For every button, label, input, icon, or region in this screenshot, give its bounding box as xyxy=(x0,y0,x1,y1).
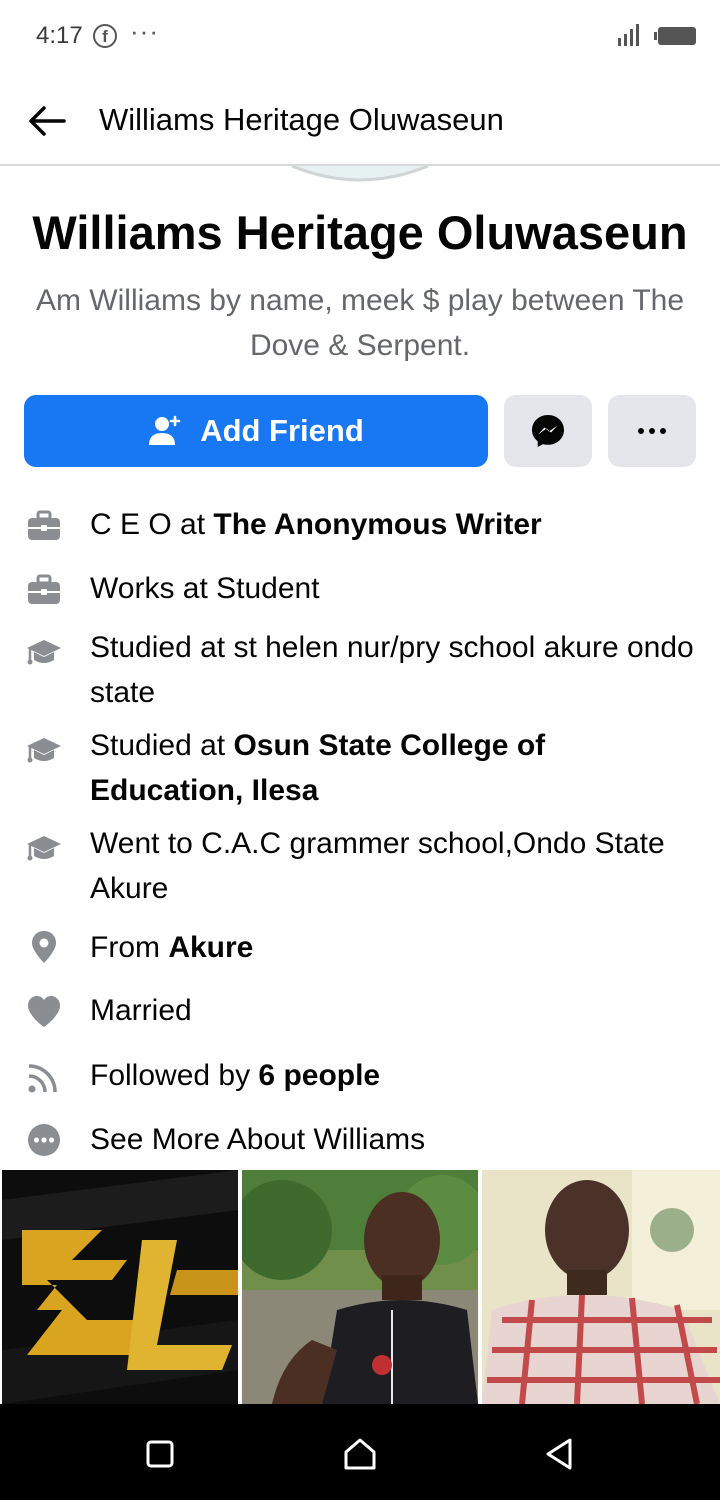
battery-icon xyxy=(654,27,696,45)
more-notifications-icon: ··· xyxy=(130,16,159,46)
back-arrow-icon[interactable] xyxy=(24,98,70,144)
home-icon[interactable] xyxy=(340,1434,380,1474)
graduation-cap-icon xyxy=(27,836,61,861)
add-friend-label: Add Friend xyxy=(200,413,364,448)
rss-feed-icon xyxy=(28,1064,57,1093)
location-pin-icon xyxy=(32,931,56,963)
messenger-icon xyxy=(532,415,564,447)
message-button[interactable] xyxy=(504,395,592,467)
briefcase-icon xyxy=(28,574,60,604)
detail-text-bold[interactable]: 6 people xyxy=(258,1059,380,1092)
photo-man-plaid-shirt[interactable] xyxy=(482,1170,720,1404)
detail-text: Studied at Osun State College of Educati… xyxy=(90,729,546,807)
detail-text: Married xyxy=(90,994,192,1027)
status-time: 4:17 xyxy=(36,22,83,49)
heart-icon xyxy=(28,996,60,1027)
photo-selfie-outdoor[interactable] xyxy=(242,1170,478,1404)
more-circle-icon xyxy=(28,1124,60,1156)
detail-text: From Akure xyxy=(90,931,254,964)
profile-bio: Am Williams by name, meek $ play between… xyxy=(35,284,685,362)
signal-icon xyxy=(618,24,639,46)
status-bar: 4:17 f ··· xyxy=(0,0,720,72)
back-nav-icon[interactable] xyxy=(540,1434,580,1474)
app-header: Williams Heritage Oluwaseun xyxy=(0,72,720,166)
add-friend-button[interactable]: Add Friend xyxy=(24,395,488,467)
see-more-about-link[interactable]: See More About Williams xyxy=(90,1117,700,1162)
system-nav-bar xyxy=(0,1404,720,1500)
photo-man-plaid-shirt-image xyxy=(482,1170,720,1404)
detail-text-bold[interactable]: The Anonymous Writer xyxy=(213,508,541,541)
more-dots-icon xyxy=(638,428,666,434)
detail-text-bold[interactable]: Akure xyxy=(168,931,253,964)
briefcase-icon xyxy=(28,510,60,540)
photo-logo-zl-image xyxy=(2,1170,238,1404)
detail-text: Went to C.A.C grammer school,Ondo State … xyxy=(90,827,665,905)
more-options-button[interactable] xyxy=(608,395,696,467)
profile-picture-edge xyxy=(291,166,429,182)
detail-text: Followed by 6 people xyxy=(90,1059,381,1092)
graduation-cap-icon xyxy=(27,738,61,763)
graduation-cap-icon xyxy=(27,640,61,665)
facebook-notification-icon: f xyxy=(93,24,117,48)
detail-text: C E O at The Anonymous Writer xyxy=(90,508,542,541)
add-friend-icon xyxy=(149,415,181,445)
detail-text: Works at Student xyxy=(90,572,320,605)
header-title: Williams Heritage Oluwaseun xyxy=(99,102,504,137)
detail-text: Studied at st helen nur/pry school akure… xyxy=(90,631,694,709)
profile-name: Williams Heritage Oluwaseun xyxy=(32,206,688,259)
photo-logo-zl[interactable] xyxy=(2,1170,238,1404)
photo-selfie-outdoor-image xyxy=(242,1170,478,1404)
recent-apps-icon[interactable] xyxy=(140,1434,180,1474)
